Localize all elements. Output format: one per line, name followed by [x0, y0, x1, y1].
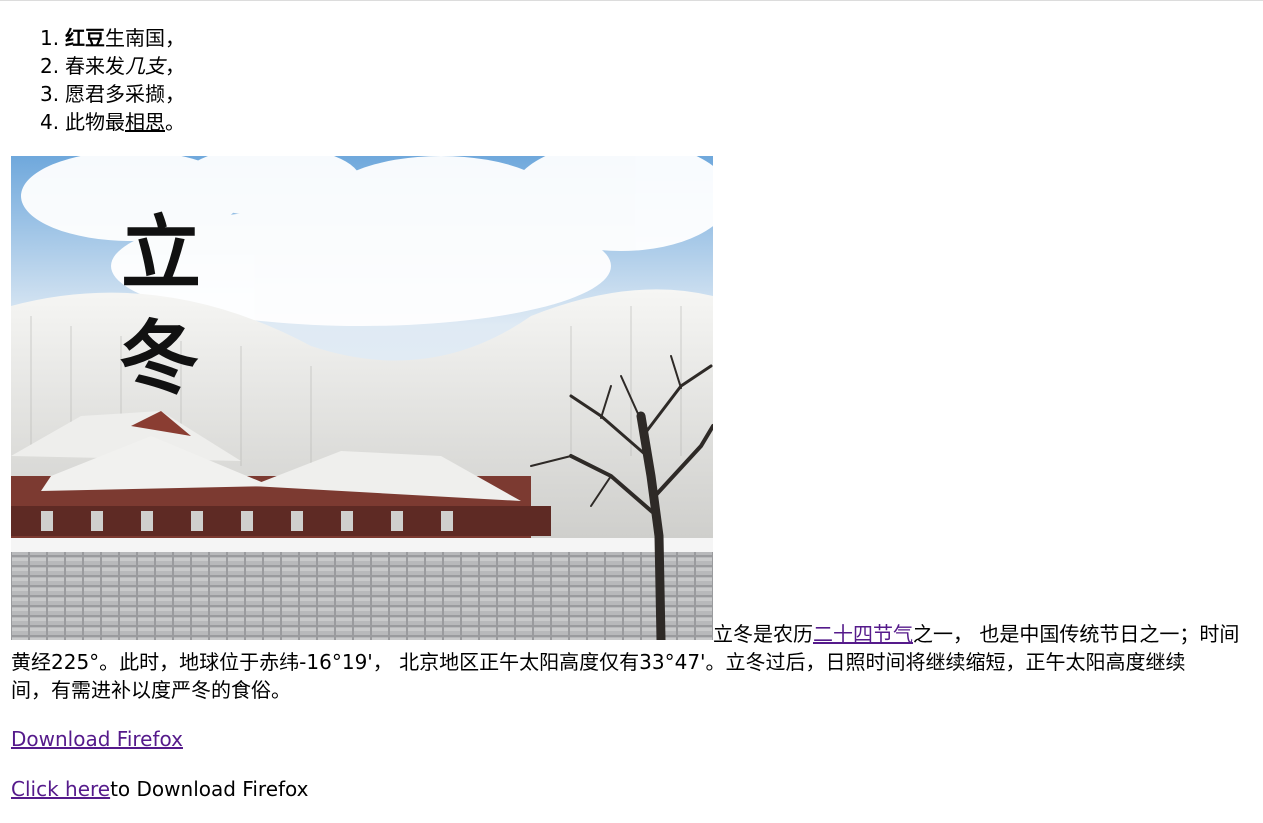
image-caption-char: 立: [121, 206, 201, 300]
click-here-link[interactable]: Click here: [11, 777, 110, 801]
download-firefox-paragraph: Download Firefox: [11, 725, 183, 753]
poem-line-3: 3. 愿君多采撷，: [40, 80, 185, 108]
solar-terms-link[interactable]: 二十四节气: [813, 622, 913, 646]
list-number: 4.: [40, 110, 60, 134]
poem-text: ，: [165, 54, 185, 78]
image-caption-char: 冬: [119, 311, 199, 405]
poem-line-2: 2. 春来发几支，: [40, 52, 185, 80]
poem-text: 生南国，: [105, 26, 185, 50]
paragraph-line-3: 间，有需进补以度严冬的食俗。: [11, 678, 291, 702]
underlined-text: 相思: [125, 110, 165, 134]
bold-text: 红豆: [65, 26, 105, 50]
poem-line-1: 1. 红豆生南国，: [40, 24, 185, 52]
click-here-paragraph: Click hereto Download Firefox: [11, 775, 309, 803]
top-border: [0, 0, 1263, 1]
list-number: 3.: [40, 82, 60, 106]
poem-list: 1. 红豆生南国， 2. 春来发几支， 3. 愿君多采撷， 4. 此物最相思。: [40, 24, 185, 136]
paragraph-text: 之一， 也是中国传统节日之一；时间: [913, 622, 1240, 646]
poem-text: 。: [165, 110, 185, 134]
click-here-suffix: to Download Firefox: [110, 777, 309, 801]
poem-line-4: 4. 此物最相思。: [40, 108, 185, 136]
italic-text: 几支: [125, 54, 165, 78]
paragraph-text: 立冬是农历: [713, 622, 813, 646]
list-number: 1.: [40, 26, 60, 50]
poem-text: 春来发: [65, 54, 125, 78]
list-number: 2.: [40, 54, 60, 78]
paragraph-line-1: 立冬是农历二十四节气之一， 也是中国传统节日之一；时间: [11, 620, 1263, 648]
download-firefox-link[interactable]: Download Firefox: [11, 727, 183, 751]
lidong-paragraph: 立冬是农历二十四节气之一， 也是中国传统节日之一；时间 黄经225°。此时，地球…: [11, 620, 1263, 704]
paragraph-line-2: 黄经225°。此时，地球位于赤纬-16°19'， 北京地区正午太阳高度仅有33°…: [11, 650, 1186, 674]
poem-text: 此物最: [65, 110, 125, 134]
lidong-winter-image: 立 冬: [11, 156, 713, 640]
poem-text: 愿君多采撷，: [65, 82, 185, 106]
